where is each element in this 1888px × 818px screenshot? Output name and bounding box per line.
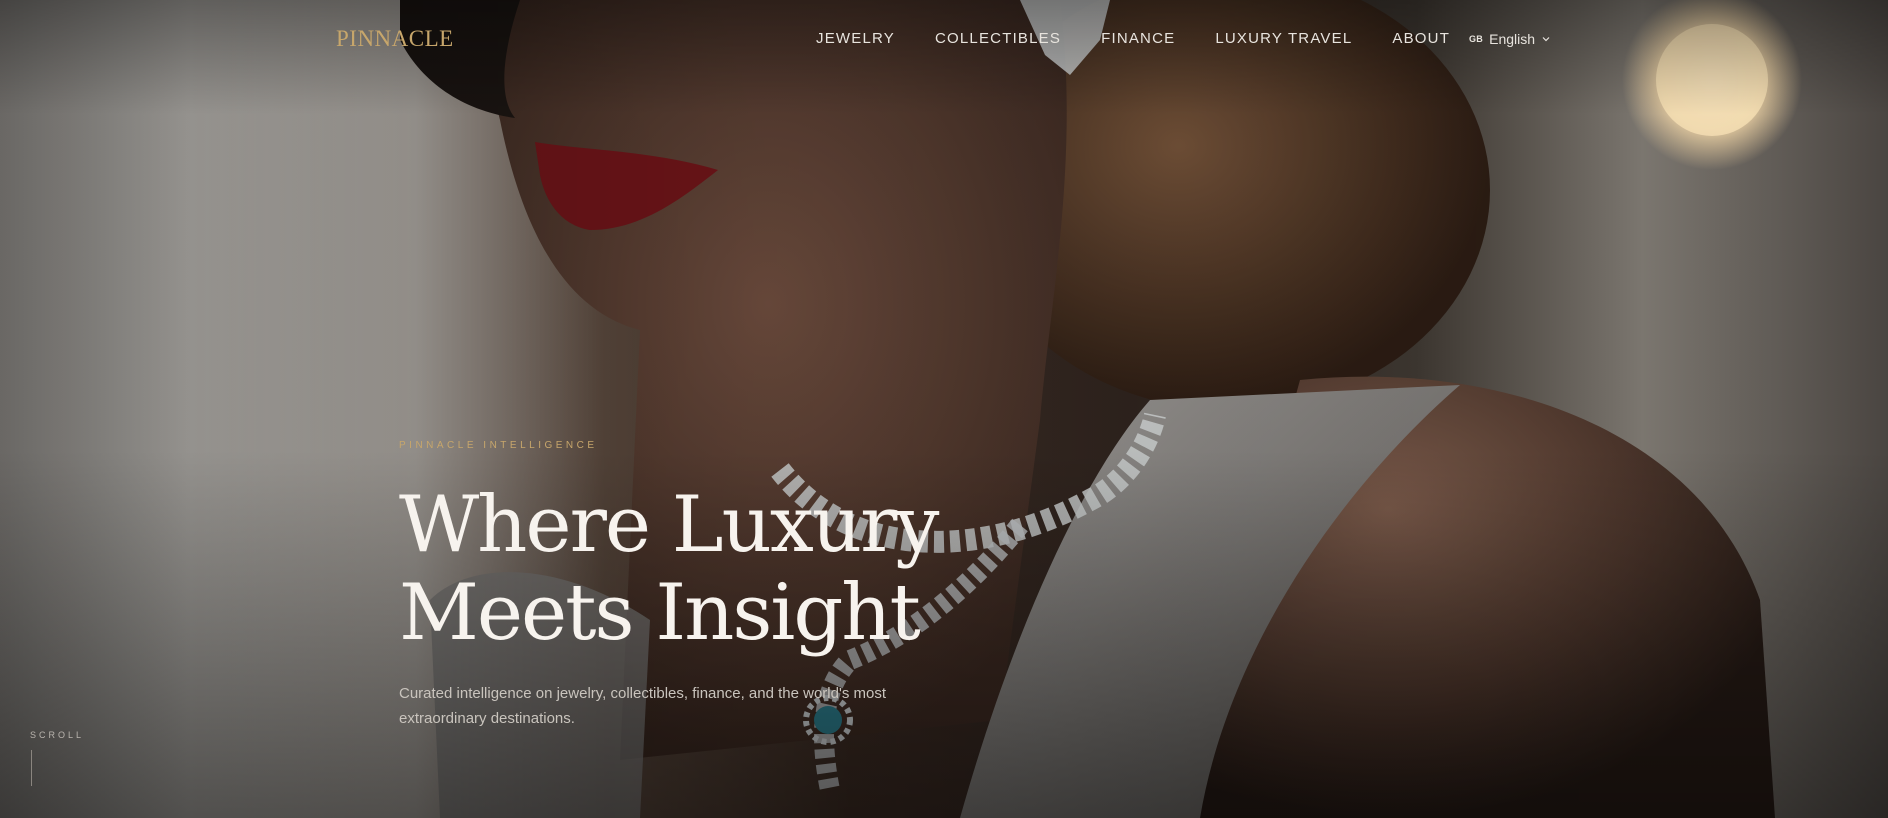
language-selector[interactable]: GB English	[1469, 31, 1551, 47]
headline-line-1: Where Luxury	[399, 480, 939, 570]
brand-logo[interactable]: PINNACLE	[336, 26, 454, 52]
nav-item-luxury-travel[interactable]: LUXURY TRAVEL	[1215, 30, 1352, 47]
hero-content: PINNACLE INTELLIGENCE Where Luxury Meets…	[399, 440, 1099, 731]
nav-item-finance[interactable]: FINANCE	[1101, 30, 1175, 47]
headline-line-2: Meets Insight	[399, 568, 921, 658]
top-navigation: PINNACLE JEWELRY COLLECTIBLES FINANCE LU…	[0, 0, 1888, 78]
hero-eyebrow: PINNACLE INTELLIGENCE	[399, 440, 598, 451]
scroll-line	[31, 750, 32, 786]
scroll-indicator[interactable]: SCROLL	[30, 730, 84, 786]
nav-item-jewelry[interactable]: JEWELRY	[816, 30, 895, 47]
hero-headline: Where Luxury Meets Insight	[399, 481, 1099, 657]
nav-item-about[interactable]: ABOUT	[1392, 30, 1450, 47]
main-nav: JEWELRY COLLECTIBLES FINANCE LUXURY TRAV…	[816, 30, 1490, 47]
hero-subtitle: Curated intelligence on jewelry, collect…	[399, 685, 887, 727]
gb-flag-icon: GB	[1469, 34, 1484, 44]
nav-item-collectibles[interactable]: COLLECTIBLES	[935, 30, 1061, 47]
scroll-label: SCROLL	[30, 730, 85, 740]
language-label: English	[1489, 31, 1536, 47]
chevron-down-icon	[1542, 37, 1550, 42]
